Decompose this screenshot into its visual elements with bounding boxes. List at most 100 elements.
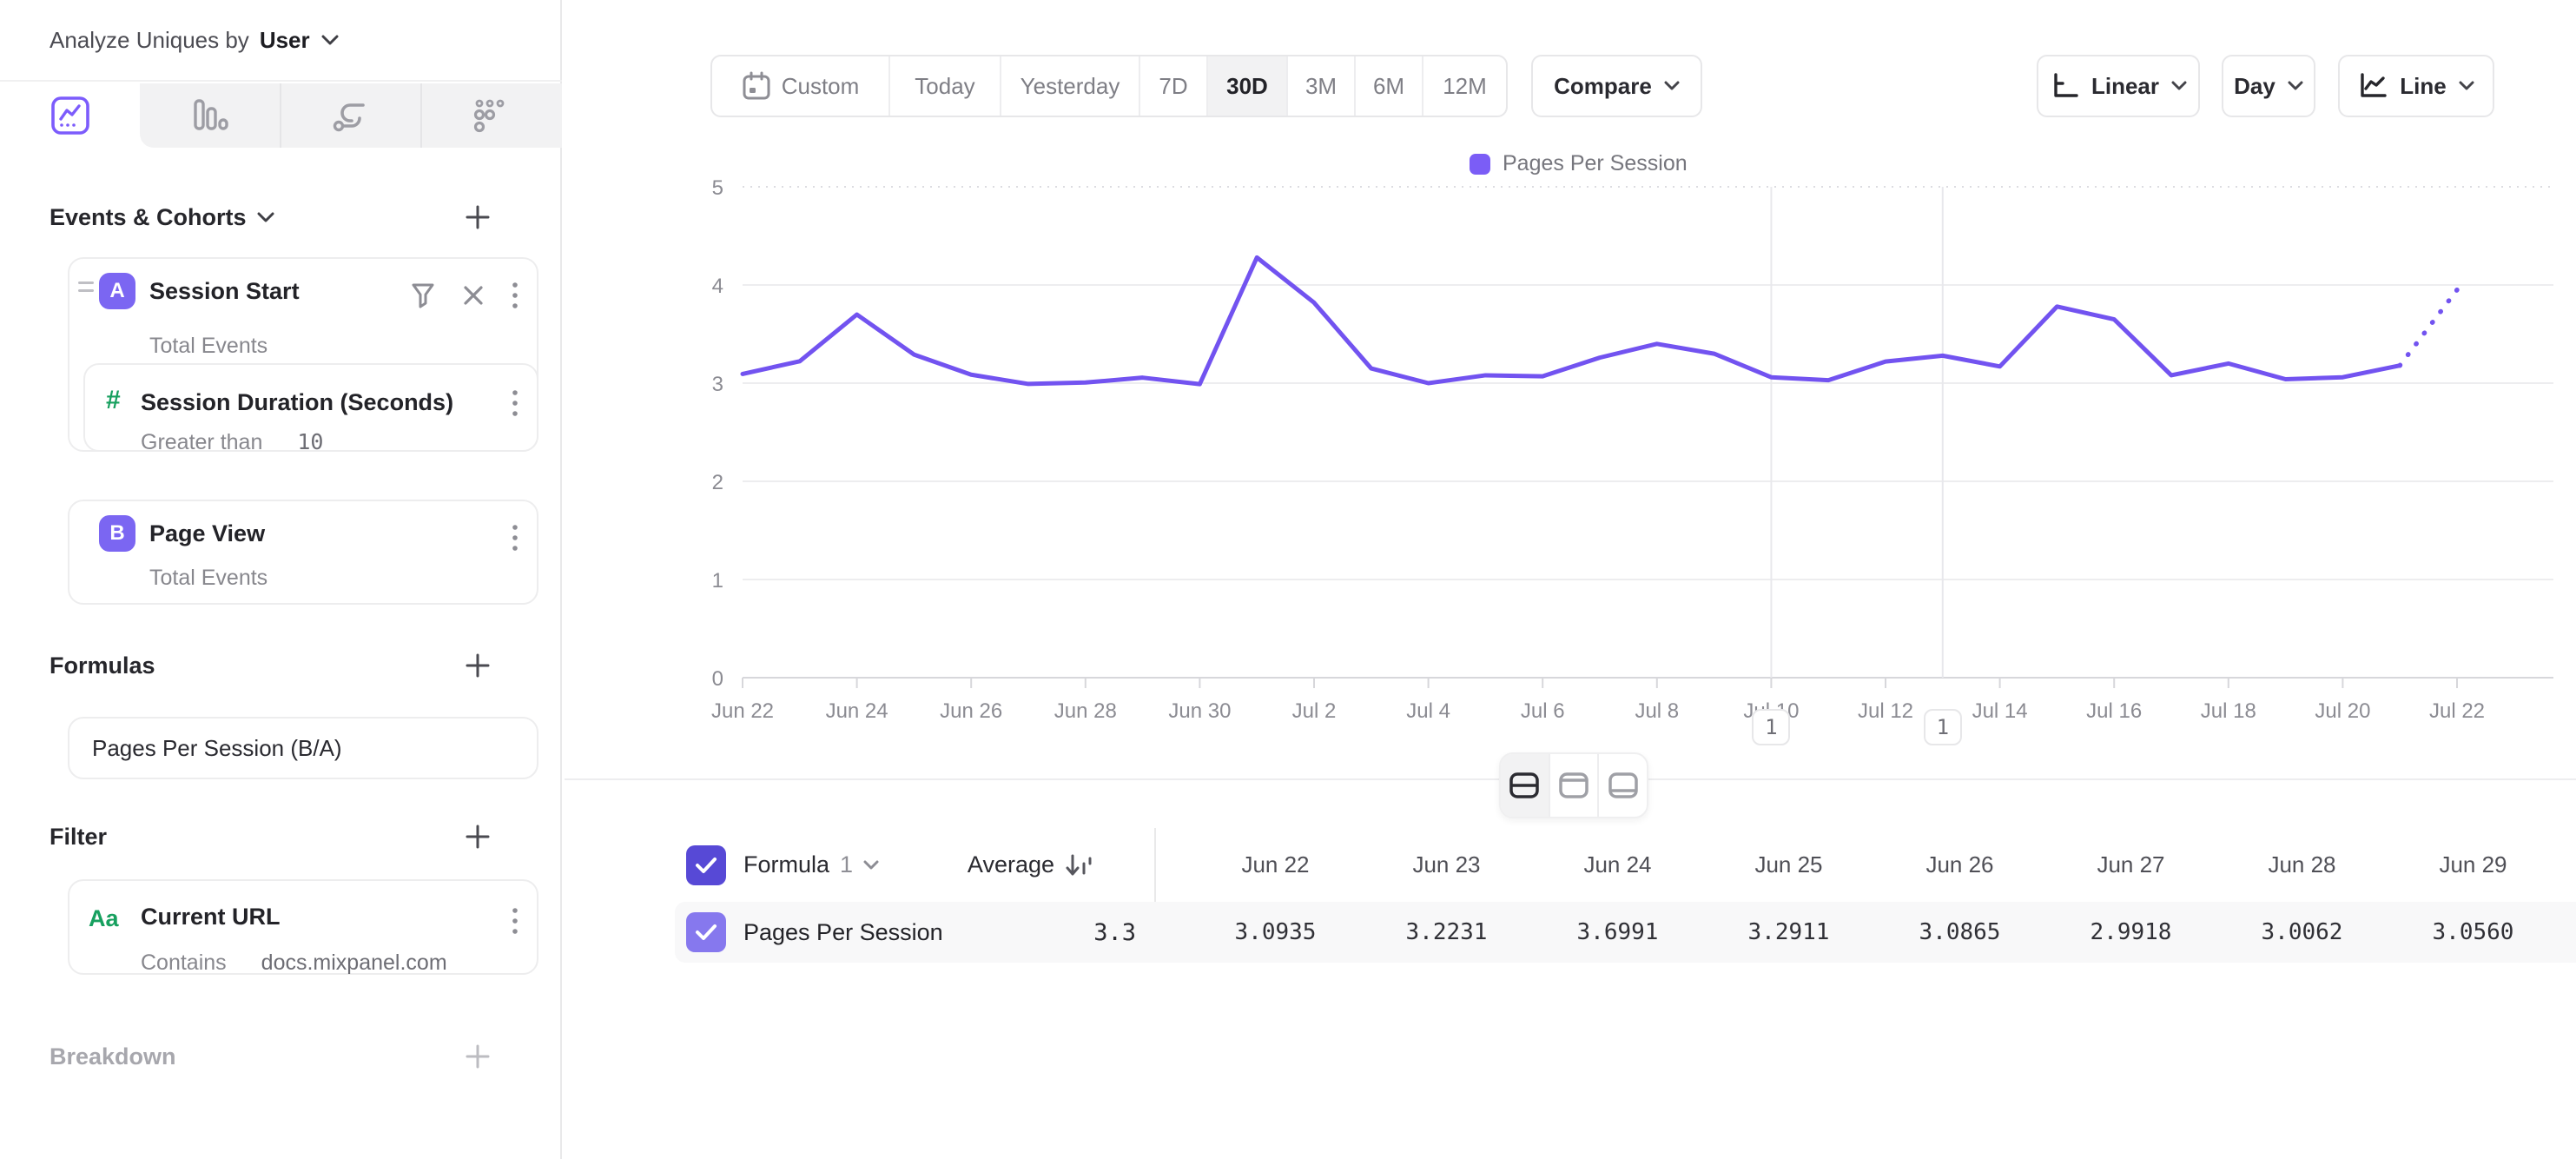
chart-type-button[interactable]: Line (2338, 55, 2494, 117)
average-column-header[interactable]: Average (565, 828, 1093, 902)
breakdown-section-header: Breakdown (50, 1039, 492, 1074)
event-badge: A (99, 273, 135, 309)
kebab-menu-icon[interactable] (511, 280, 519, 311)
svg-text:2: 2 (712, 471, 723, 494)
granularity-label: Day (2234, 73, 2275, 100)
event-title[interactable]: Session Start (149, 278, 300, 305)
date-value-cell: 2.9918 (2045, 902, 2216, 963)
svg-text:1: 1 (712, 569, 723, 593)
svg-text:Jul 16: Jul 16 (2086, 699, 2142, 723)
chevron-down-icon (2288, 81, 2303, 91)
property-card-session-duration[interactable]: # Session Duration (Seconds) Greater tha… (83, 363, 538, 452)
filter-section-header: Filter (50, 819, 492, 854)
sort-descending-icon (1065, 852, 1093, 878)
svg-text:Jul 18: Jul 18 (2201, 699, 2256, 723)
svg-text:Jul 4: Jul 4 (1406, 699, 1450, 723)
formula-expression[interactable]: Pages Per Session (B/A) (92, 735, 342, 761)
formulas-section-title: Formulas (50, 652, 155, 679)
date-column-header: Jun 26 (1874, 828, 2045, 902)
layout-split-view-button[interactable] (1501, 754, 1550, 817)
range-option-30d[interactable]: 30D (1208, 56, 1288, 116)
svg-text:5: 5 (712, 176, 723, 200)
add-formula-button[interactable] (463, 651, 492, 680)
add-breakdown-button[interactable] (463, 1042, 492, 1071)
filter-value[interactable]: docs.mixpanel.com (261, 950, 447, 975)
average-header-label: Average (968, 851, 1054, 878)
flows-icon (329, 95, 371, 136)
chevron-down-icon (1664, 81, 1680, 91)
filter-section-title: Filter (50, 824, 107, 851)
numeric-property-icon: # (106, 386, 121, 415)
event-measurement[interactable]: Total Events (149, 566, 268, 591)
close-icon[interactable] (462, 284, 485, 307)
y-scale-button[interactable]: Linear (2037, 55, 2200, 117)
add-filter-button[interactable] (463, 822, 492, 851)
svg-text:Jun 30: Jun 30 (1168, 699, 1231, 723)
annotation-badge[interactable]: 1 (1924, 709, 1962, 745)
table-row[interactable]: Pages Per Session 3.3 3.09353.22313.6991… (675, 902, 2576, 963)
chevron-down-icon (2459, 81, 2474, 91)
report-tab-bar (0, 83, 562, 148)
compare-button[interactable]: Compare (1531, 55, 1702, 117)
kebab-menu-icon[interactable] (511, 522, 519, 553)
add-event-button[interactable] (463, 202, 492, 232)
event-badge: B (99, 515, 135, 552)
filter-icon[interactable] (410, 281, 436, 309)
granularity-button[interactable]: Day (2222, 55, 2315, 117)
range-option-3m[interactable]: 3M (1288, 56, 1356, 116)
range-option-custom[interactable]: Custom (712, 56, 890, 116)
date-value-cell: 3.0865 (1874, 902, 2045, 963)
svg-text:Jun 26: Jun 26 (940, 699, 1002, 723)
range-option-12m[interactable]: 12M (1423, 56, 1506, 116)
tab-flows[interactable] (280, 83, 419, 148)
event-card-session-start[interactable]: A Session Start Total Events # Session D… (68, 257, 538, 452)
layout-chart-only-button[interactable] (1550, 754, 1600, 817)
date-value-cell: 3.0062 (2216, 902, 2388, 963)
range-option-today[interactable]: Today (890, 56, 1001, 116)
average-value: 3.3 (675, 902, 1136, 963)
tab-bar-chart[interactable] (140, 83, 280, 148)
tab-insights[interactable] (0, 83, 140, 148)
date-value-cell: 3.0935 (1190, 902, 1361, 963)
filter-card-current-url[interactable]: Aa Current URL Containsdocs.mixpanel.com (68, 879, 538, 975)
tab-retention[interactable] (419, 83, 559, 148)
filter-property-title[interactable]: Current URL (141, 904, 281, 931)
event-measurement[interactable]: Total Events (149, 334, 268, 359)
event-card-page-view[interactable]: B Page View Total Events (68, 500, 538, 605)
property-value[interactable]: 10 (297, 429, 323, 454)
kebab-menu-icon[interactable] (511, 387, 519, 419)
table-only-icon (1607, 771, 1640, 800)
svg-text:Jul 2: Jul 2 (1292, 699, 1337, 723)
property-operator[interactable]: Greater than (141, 430, 262, 454)
retention-dots-icon (469, 95, 511, 136)
svg-text:Jul 22: Jul 22 (2429, 699, 2485, 723)
layout-toggle-group (1499, 752, 1648, 818)
range-option-yesterday[interactable]: Yesterday (1001, 56, 1140, 116)
linear-axis-icon (2050, 71, 2079, 101)
kebab-menu-icon[interactable] (511, 905, 519, 937)
date-column-header: Jun 27 (2045, 828, 2216, 902)
range-option-6m[interactable]: 6M (1356, 56, 1423, 116)
event-title[interactable]: Page View (149, 520, 265, 547)
filter-operator[interactable]: Contains (141, 950, 227, 975)
chevron-down-icon[interactable] (257, 212, 274, 223)
property-title[interactable]: Session Duration (Seconds) (141, 389, 453, 416)
layout-table-only-button[interactable] (1599, 754, 1647, 817)
insights-line-chart-icon (50, 95, 91, 136)
svg-text:Jul 8: Jul 8 (1635, 699, 1679, 723)
analyze-value-dropdown[interactable]: User (260, 27, 310, 54)
svg-text:0: 0 (712, 667, 723, 691)
annotation-badge[interactable]: 1 (1752, 709, 1790, 745)
date-column-header: Jun 28 (2216, 828, 2388, 902)
line-chart-icon (2358, 71, 2388, 101)
range-option-7d[interactable]: 7D (1140, 56, 1208, 116)
formulas-section-header: Formulas (50, 648, 492, 683)
svg-text:Jun 28: Jun 28 (1054, 699, 1117, 723)
date-value-cell: 3.0560 (2388, 902, 2559, 963)
date-column-header: Jun 29 (2388, 828, 2559, 902)
chart-only-icon (1557, 771, 1590, 800)
formula-card[interactable]: Pages Per Session (B/A) (68, 717, 538, 779)
date-column-header: Jun 22 (1190, 828, 1361, 902)
drag-handle-icon[interactable] (78, 281, 94, 292)
line-chart[interactable]: 012345Jun 22Jun 24Jun 26Jun 28Jun 30Jul … (565, 130, 2576, 773)
